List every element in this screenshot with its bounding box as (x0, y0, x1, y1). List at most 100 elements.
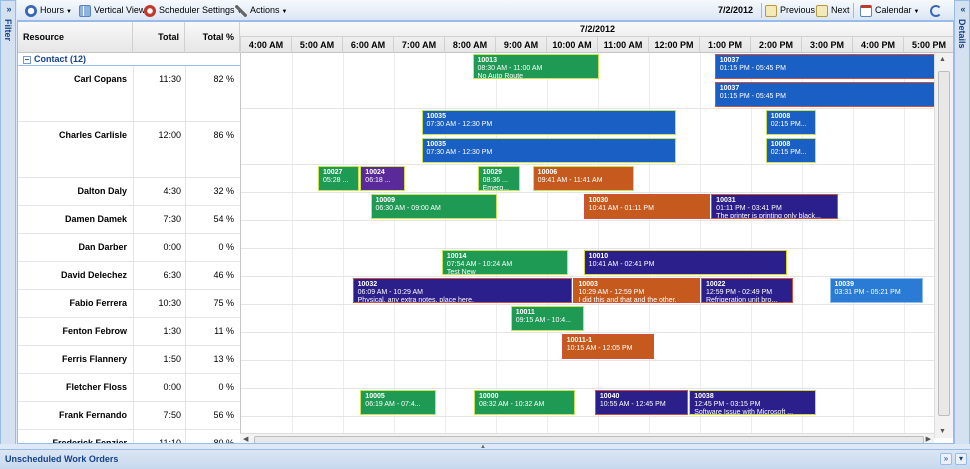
scheduler-settings-button[interactable]: Scheduler Settings▼ (144, 3, 243, 18)
expand-panel-icon[interactable]: » (940, 453, 952, 465)
hour-gridline (649, 221, 650, 248)
column-header-total-pct[interactable]: Total % (185, 22, 240, 53)
appointment-block[interactable]: 10009 06:30 AM - 09:00 AM (370, 194, 497, 219)
resource-row[interactable]: Carl Copans 11:30 82 % (18, 66, 240, 122)
collapse-group-icon[interactable]: − (23, 56, 31, 64)
appointment-block[interactable]: 10014 07:54 AM - 10:24 AM Test New (441, 250, 569, 275)
appointment-id: 10008 (770, 141, 791, 148)
chevron-down-icon: ▼ (281, 9, 288, 15)
filter-panel-label[interactable]: Filter (3, 19, 13, 41)
appointment-block[interactable]: 10024 06:18 ... (360, 166, 406, 191)
appointment-block[interactable]: 10035 07:30 AM - 12:30 PM (421, 110, 676, 135)
lane-row[interactable] (241, 361, 934, 389)
lane-row[interactable] (241, 389, 934, 417)
appointment-block[interactable]: 10010 10:41 AM - 02:41 PM (583, 250, 787, 275)
resource-total-pct: 32 % (213, 186, 234, 196)
appointment-time: 10:41 AM - 02:41 PM (588, 261, 655, 268)
column-divider (185, 374, 186, 401)
panel-menu-icon[interactable]: ▾ (955, 453, 967, 465)
appointment-block[interactable]: 10031 01:11 PM - 03:41 PM The printer is p… (711, 194, 838, 219)
appointment-block[interactable]: 10011-1 10:15 AM - 12:05 PM (561, 334, 655, 359)
appointment-block[interactable]: 10037 01:15 PM - 05:45 PM (714, 82, 934, 107)
refresh-button[interactable] (930, 3, 945, 18)
resource-row[interactable]: Dalton Daly 4:30 32 % (18, 178, 240, 206)
appointment-block[interactable]: 10029 08:36 ... Emerg... (477, 166, 520, 191)
appointment-block[interactable]: 10037 01:15 PM - 05:45 PM (714, 54, 934, 79)
resource-row[interactable]: Fabio Ferrera 10:30 75 % (18, 290, 240, 318)
lane-row[interactable] (241, 305, 934, 333)
calendar-button[interactable]: Calendar ▼ (860, 3, 919, 18)
resource-row[interactable]: Frederick Fenzier 11:10 80 % (18, 430, 240, 443)
column-divider (185, 178, 186, 205)
scroll-up-icon[interactable]: ▲ (939, 56, 946, 63)
resource-row[interactable]: Fenton Febrow 1:30 11 % (18, 318, 240, 346)
appointment-block[interactable]: 10032 06:09 AM - 10:29 AM Physical, any ex… (352, 278, 573, 303)
appointment-block[interactable]: 10005 06:19 AM - 07:4... (360, 390, 436, 415)
appointment-block[interactable]: 10038 12:45 PM - 03:15 PM Software Issue w… (689, 390, 816, 415)
group-row-contact[interactable]: − Contact (12) (18, 53, 240, 66)
appointment-block[interactable]: 10035 07:30 AM - 12:30 PM (421, 138, 676, 163)
appointment-block[interactable]: 10039 03:31 PM - 05:21 PM (829, 278, 923, 303)
resource-name: Dan Darber (78, 242, 127, 252)
resource-row[interactable]: Damen Damek 7:30 54 % (18, 206, 240, 234)
appointment-block[interactable]: 10008 02:15 PM... (765, 110, 816, 135)
appointment-time: 08:32 AM - 10:32 AM (479, 401, 545, 408)
unscheduled-panel[interactable]: Unscheduled Work Orders » ▾ (0, 449, 970, 469)
expand-details-icon[interactable]: « (958, 4, 968, 14)
hour-header: 4:00 PM (852, 37, 903, 53)
horizontal-scrollbar[interactable]: ◀ ▶ (240, 433, 934, 443)
column-header-total[interactable]: Total (133, 22, 185, 53)
resource-row[interactable]: David Delechez 6:30 46 % (18, 262, 240, 290)
actions-button[interactable]: Actions ▼ (235, 3, 287, 18)
resource-row[interactable]: Frank Fernando 7:50 56 % (18, 402, 240, 430)
resource-row[interactable]: Ferris Flannery 1:50 13 % (18, 346, 240, 374)
resource-row[interactable]: Dan Darber 0:00 0 % (18, 234, 240, 262)
appointment-block[interactable]: 10040 10:55 AM - 12:45 PM (594, 390, 689, 415)
appointment-id: 10037 (719, 57, 740, 64)
appointment-id: 10030 (588, 197, 609, 204)
filter-panel[interactable]: » Filter (0, 0, 16, 445)
appointment-block[interactable]: 10006 09:41 AM - 11:41 AM (532, 166, 634, 191)
resource-name: Carl Copans (73, 74, 127, 84)
resource-row[interactable]: Fletcher Floss 0:00 0 % (18, 374, 240, 402)
lane-row[interactable] (241, 221, 934, 249)
resource-total-pct: 56 % (213, 410, 234, 420)
hours-button[interactable]: Hours ▼ (25, 3, 72, 18)
timeline-date: 7/2/2012 (240, 22, 953, 37)
expand-filter-icon[interactable]: » (4, 4, 14, 14)
scroll-right-icon[interactable]: ▶ (926, 435, 931, 443)
appointment-block[interactable]: 10030 10:41 AM - 01:11 PM (583, 194, 711, 219)
horizontal-scroll-thumb[interactable] (254, 436, 924, 443)
resource-total: 7:50 (163, 410, 181, 420)
next-button[interactable]: Next (816, 3, 850, 18)
unscheduled-panel-title[interactable]: Unscheduled Work Orders (5, 454, 118, 464)
appointment-block[interactable]: 10000 08:32 AM - 10:32 AM (474, 390, 576, 415)
column-divider (133, 262, 134, 289)
appointment-note: Physical, any extra notes, place here. (357, 297, 474, 303)
previous-button[interactable]: Previous (765, 3, 815, 18)
hour-header: 6:00 AM (342, 37, 393, 53)
vertical-scrollbar[interactable]: ▲ ▼ (934, 53, 953, 438)
resource-total: 12:00 (158, 130, 181, 140)
details-panel[interactable]: « Details (954, 0, 970, 445)
column-divider (185, 346, 186, 373)
appointment-block[interactable]: 10022 12:59 PM - 02:49 PM Refrigeration un… (700, 278, 793, 303)
appointment-block[interactable]: 10008 02:15 PM... (765, 138, 816, 163)
appointment-block[interactable]: 10013 08:30 AM - 11:00 AM No Auto Route (472, 54, 599, 79)
timeline-lanes[interactable]: 10013 08:30 AM - 11:00 AM No Auto Route 100… (240, 53, 934, 438)
scroll-left-icon[interactable]: ◀ (243, 435, 248, 443)
appointment-note: I did this and that and the other. (578, 297, 677, 303)
hour-header: 5:00 AM (291, 37, 342, 53)
current-date: 7/2/2012 (718, 5, 754, 15)
appointment-block[interactable]: 10027 05:28 ... (317, 166, 360, 191)
vertical-scroll-thumb[interactable] (938, 71, 950, 416)
appointment-block[interactable]: 10003 10:29 AM - 12:59 PM I did this and t… (573, 278, 700, 303)
toolbar-separator (761, 3, 762, 18)
scroll-down-icon[interactable]: ▼ (939, 428, 946, 435)
resource-row[interactable]: Charles Carlisle 12:00 86 % (18, 122, 240, 178)
details-panel-label[interactable]: Details (957, 19, 967, 49)
column-header-resource[interactable]: Resource (18, 22, 133, 53)
appointment-id: 10006 (537, 169, 558, 176)
vertical-view-button[interactable]: Vertical View (79, 3, 145, 18)
appointment-block[interactable]: 10011 09:15 AM - 10:4... (510, 306, 584, 331)
